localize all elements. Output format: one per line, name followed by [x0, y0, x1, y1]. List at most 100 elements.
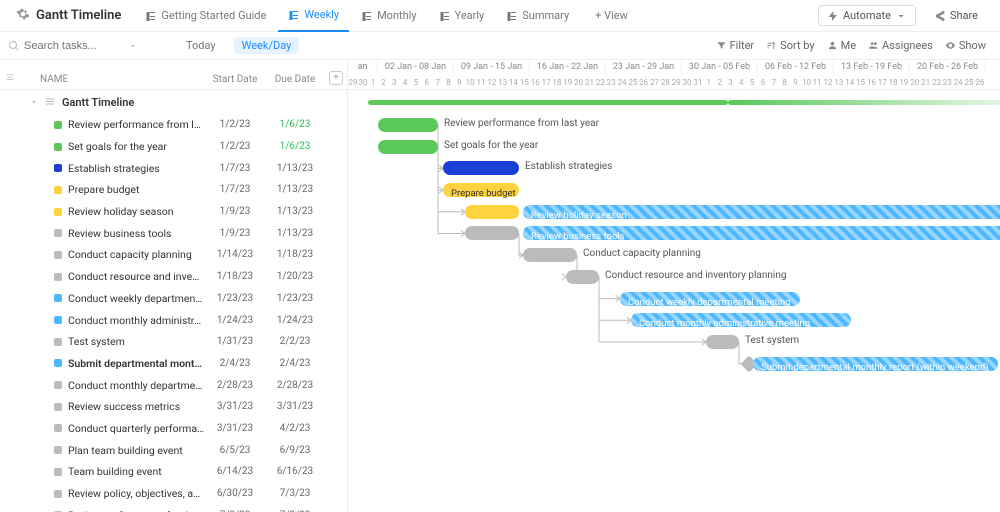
status-dot: [54, 338, 62, 346]
gantt-chart[interactable]: an02 Jan - 08 Jan09 Jan - 15 Jan16 Jan -…: [348, 60, 1000, 512]
due-date: 6/16/23: [265, 466, 325, 477]
table-row[interactable]: Submit departmental monthly re...2/4/232…: [0, 353, 347, 375]
gantt-bar[interactable]: Conduct monthly administrative meeting: [631, 313, 851, 327]
week-header: 30 Jan - 05 Feb: [682, 60, 758, 75]
table-row[interactable]: Conduct weekly departmental me...1/23/23…: [0, 288, 347, 310]
today-button[interactable]: Today: [178, 37, 224, 54]
bar-label: Conduct resource and inventory planning: [605, 270, 786, 281]
table-row[interactable]: Conduct resource and inventory pl...1/18…: [0, 266, 347, 288]
due-date: 1/13/23: [265, 206, 325, 217]
status-dot: [54, 424, 62, 432]
table-row[interactable]: Review performance from last year1/2/231…: [0, 114, 347, 136]
tab-weekly[interactable]: Weekly: [278, 0, 349, 32]
bar-label: Prepare budget: [451, 187, 516, 201]
bar-label: Test system: [745, 335, 799, 346]
task-name: Conduct weekly departmental me...: [68, 292, 205, 305]
gantt-row: Conduct monthly administrative meeting: [348, 309, 1000, 331]
start-date: 3/31/23: [205, 401, 265, 412]
table-row[interactable]: Team building event6/14/236/16/23: [0, 461, 347, 483]
gantt-bar[interactable]: Submit departmental monthly report (with…: [753, 357, 998, 371]
table-row[interactable]: Review holiday season1/9/231/13/23: [0, 201, 347, 223]
chevron-down-icon[interactable]: [128, 41, 138, 51]
task-name: Team building event: [68, 465, 162, 478]
gantt-bar[interactable]: [443, 161, 519, 175]
bolt-icon: [827, 10, 839, 22]
tab-monthly[interactable]: Monthly: [351, 0, 427, 32]
col-due-header[interactable]: Due Date: [265, 74, 325, 89]
group-row[interactable]: Gantt Timeline: [0, 90, 347, 114]
table-row[interactable]: Plan team building event6/5/236/9/23: [0, 439, 347, 461]
task-name: Review holiday season: [68, 205, 174, 218]
gantt-bar[interactable]: Conduct weekly departmental meeting: [620, 292, 800, 306]
sort-button[interactable]: Sort by: [766, 39, 814, 52]
bar-label: Review business tools: [531, 230, 625, 244]
gantt-row: Conduct resource and inventory planning: [348, 266, 1000, 288]
tab-yearly[interactable]: Yearly: [429, 0, 495, 32]
gantt-bar[interactable]: [465, 205, 519, 219]
gantt-bar[interactable]: [378, 140, 438, 154]
tab-getting-started-guide[interactable]: Getting Started Guide: [135, 0, 276, 32]
filter-icon: [716, 40, 727, 51]
start-date: 3/31/23: [205, 423, 265, 434]
gantt-bar[interactable]: Review business tools: [523, 226, 1000, 240]
table-row[interactable]: Set goals for the year1/2/231/6/23: [0, 136, 347, 158]
automate-button[interactable]: Automate: [818, 5, 916, 26]
bar-label: Submit departmental monthly report (with…: [761, 361, 989, 375]
task-name: Review success metrics: [68, 400, 180, 413]
search-input[interactable]: [24, 40, 114, 52]
status-dot: [54, 446, 62, 454]
task-name: Conduct resource and inventory pl...: [68, 270, 205, 283]
week-header: 20 Feb - 26 Feb: [910, 60, 986, 75]
filter-button[interactable]: Filter: [716, 39, 755, 52]
caret-down-icon: [30, 98, 38, 106]
task-name: Review policy, objectives, and busi...: [68, 487, 205, 500]
task-name: Conduct monthly departmental m...: [68, 379, 205, 392]
status-dot: [54, 468, 62, 476]
table-row[interactable]: Test system1/31/232/2/23: [0, 331, 347, 353]
status-dot: [54, 294, 62, 302]
table-row[interactable]: Review business tools1/9/231/13/23: [0, 222, 347, 244]
col-name-header[interactable]: NAME: [20, 74, 205, 89]
search-input-wrap[interactable]: [8, 40, 118, 52]
table-row[interactable]: Review policy, objectives, and busi...6/…: [0, 483, 347, 505]
status-dot: [54, 208, 62, 216]
add-column-button[interactable]: +: [325, 71, 347, 89]
table-row[interactable]: Review success metrics3/31/233/31/23: [0, 396, 347, 418]
week-header: 06 Feb - 12 Feb: [758, 60, 834, 75]
show-button[interactable]: Show: [945, 39, 986, 52]
due-date: 1/18/23: [265, 249, 325, 260]
assignees-button[interactable]: Assignees: [868, 39, 933, 52]
range-button[interactable]: Week/Day: [234, 37, 300, 54]
add-view-button[interactable]: + View: [585, 0, 638, 32]
gantt-bar[interactable]: Prepare budget: [443, 183, 519, 197]
gantt-bar[interactable]: [378, 118, 438, 132]
table-row[interactable]: Establish strategies1/7/231/13/23: [0, 157, 347, 179]
gantt-row: Review performance from last year: [348, 114, 1000, 136]
me-button[interactable]: Me: [827, 39, 856, 52]
gear-icon: [16, 7, 30, 25]
gantt-row: Conduct capacity planning: [348, 244, 1000, 266]
start-date: 1/24/23: [205, 315, 265, 326]
gantt-bar[interactable]: [706, 335, 739, 349]
table-row[interactable]: Conduct capacity planning1/14/231/18/23: [0, 244, 347, 266]
tab-summary[interactable]: Summary: [496, 0, 579, 32]
task-name: Plan team building event: [68, 444, 183, 457]
share-button[interactable]: Share: [926, 6, 986, 25]
table-row[interactable]: Conduct quarterly performance m...3/31/2…: [0, 418, 347, 440]
table-row[interactable]: Conduct monthly administrative m...1/24/…: [0, 309, 347, 331]
due-date: 1/6/23: [265, 141, 325, 152]
gantt-bar[interactable]: [566, 270, 599, 284]
list-icon: [145, 10, 157, 22]
table-row[interactable]: Prepare budget1/7/231/13/23: [0, 179, 347, 201]
due-date: 2/4/23: [265, 358, 325, 369]
col-start-header[interactable]: Start Date: [205, 74, 265, 89]
gantt-bar[interactable]: Review holiday season: [523, 205, 1000, 219]
table-row[interactable]: Conduct monthly departmental m...2/28/23…: [0, 374, 347, 396]
gantt-row: Establish strategies: [348, 157, 1000, 179]
gantt-bar[interactable]: [523, 248, 577, 262]
table-row[interactable]: Review performance for the last 6 ...7/3…: [0, 504, 347, 512]
start-date: 6/5/23: [205, 445, 265, 456]
collapse-icon[interactable]: [0, 72, 20, 89]
task-name: Set goals for the year: [68, 140, 167, 153]
gantt-bar[interactable]: [465, 226, 519, 240]
